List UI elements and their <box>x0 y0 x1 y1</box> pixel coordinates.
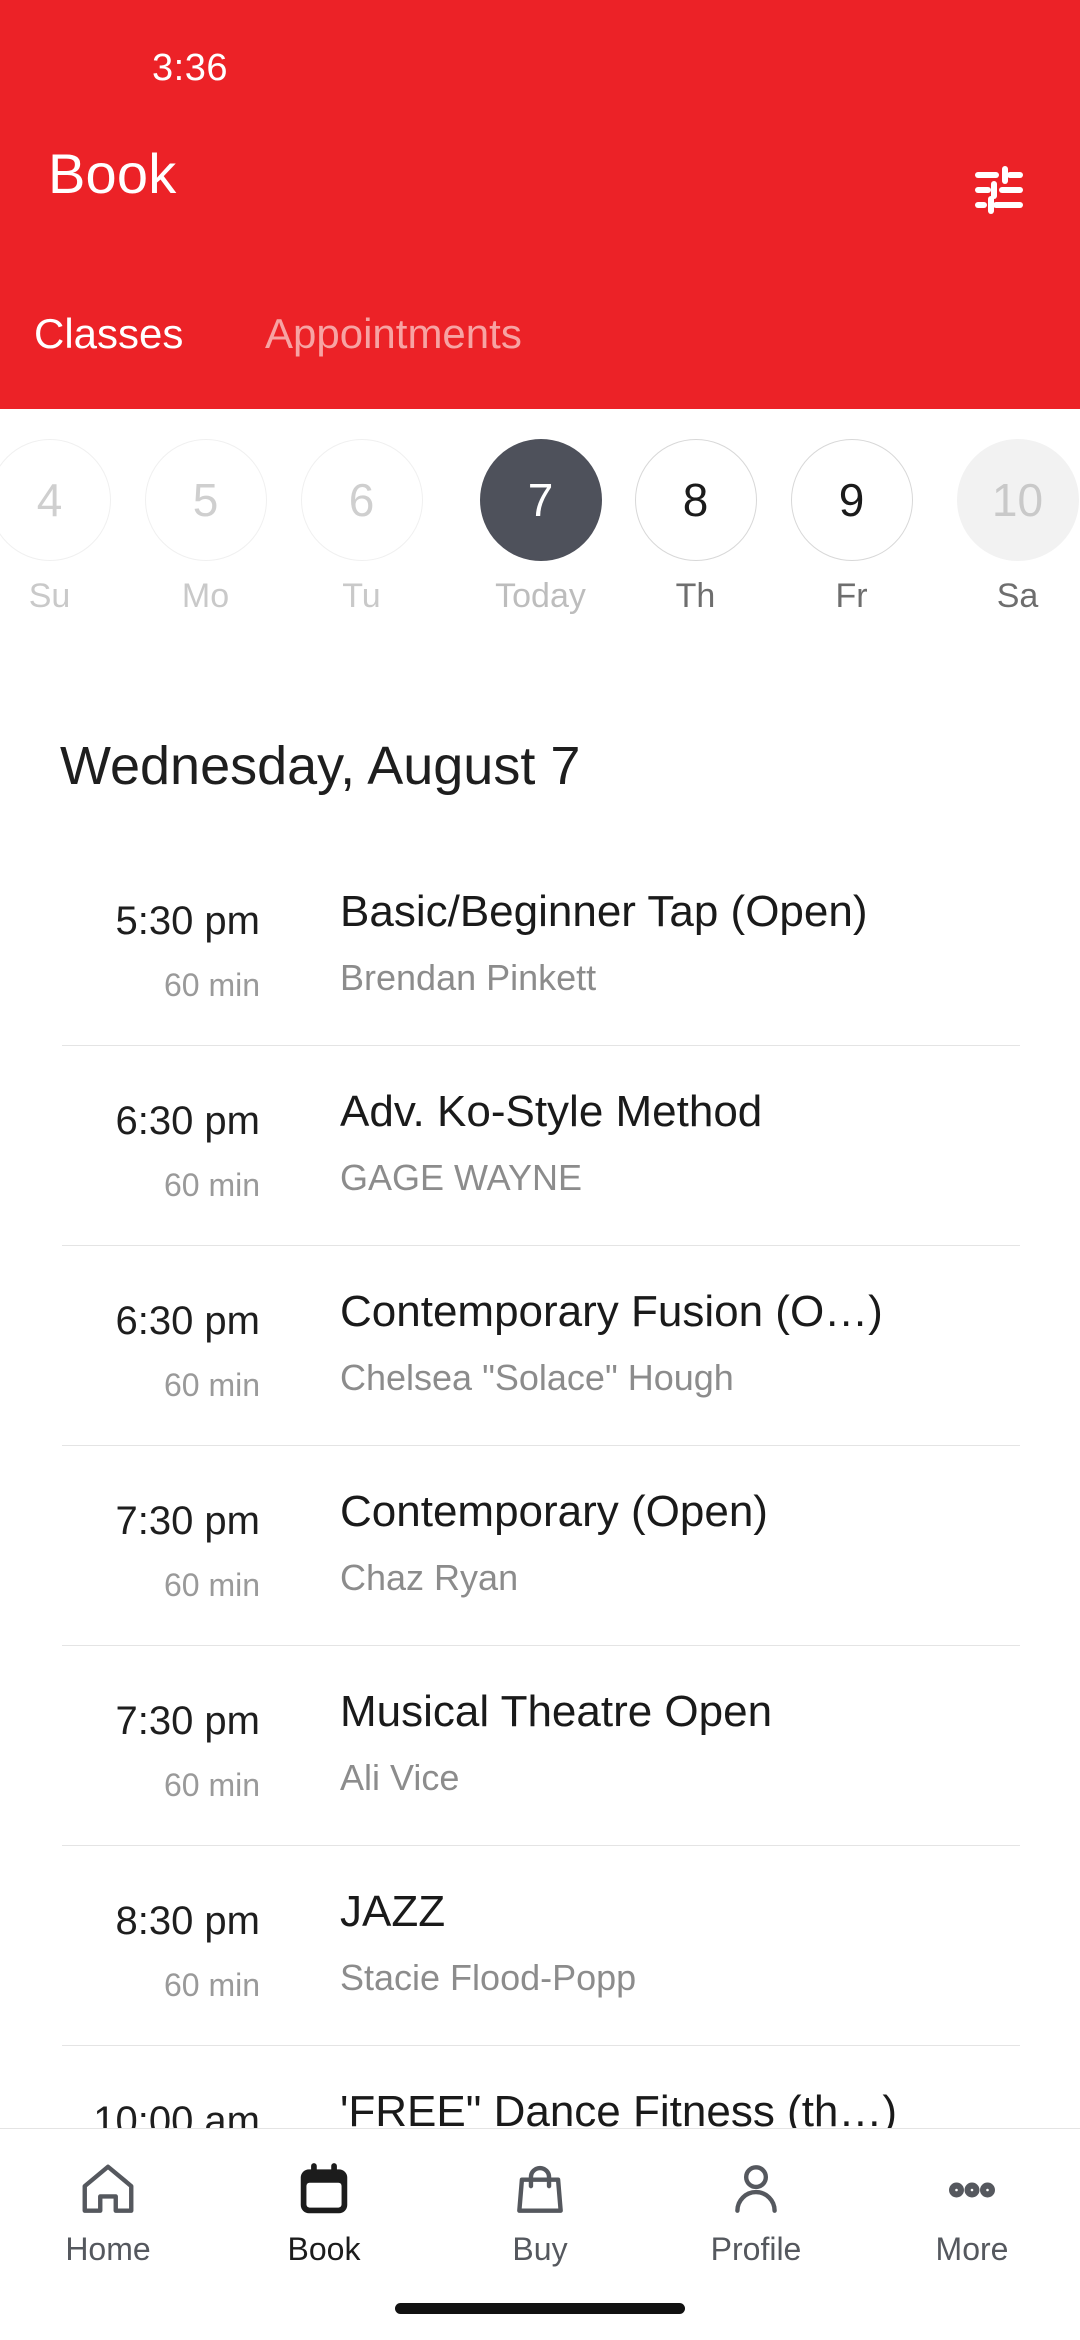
date-circle: 8 <box>634 439 757 561</box>
class-time: 6:30 pm <box>115 1099 260 1143</box>
date-cell-10[interactable]: 10 Sa <box>940 439 1080 616</box>
date-weekday: Mo <box>181 577 230 615</box>
class-duration: 60 min <box>163 1767 260 1803</box>
tab-appointments[interactable]: Appointments <box>265 310 522 358</box>
class-list-item[interactable]: 7:30 pm 60 min Contemporary (Open) Chaz … <box>0 1445 1080 1645</box>
nav-item-buy[interactable]: Buy <box>432 2155 648 2268</box>
date-cell-9[interactable]: 9 Fr <box>774 439 929 616</box>
row-divider <box>62 1645 1020 1646</box>
date-cell-today[interactable]: 7 Today <box>463 439 618 616</box>
class-staff: Chelsea "Solace" Hough <box>340 1357 734 1398</box>
dots-icon <box>864 2155 1080 2225</box>
class-list-item[interactable]: 5:30 pm 60 min Basic/Beginner Tap (Open)… <box>0 845 1080 1045</box>
date-weekday: Fr <box>835 577 868 615</box>
class-staff: Stacie Flood-Popp <box>340 1957 637 1998</box>
class-time: 7:30 pm <box>115 1699 260 1743</box>
app-screen: 3:36 Book Classes Appointments 4 Su 5 Mo… <box>0 0 1080 2340</box>
class-staff: Chaz Ryan <box>340 1557 519 1598</box>
app-header: 3:36 Book Classes Appointments <box>0 0 1080 409</box>
nav-item-book[interactable]: Book <box>216 2155 432 2268</box>
tune-sliders-icon <box>975 166 1023 214</box>
date-weekday: Tu <box>342 577 381 615</box>
status-bar: 3:36 <box>0 0 1080 118</box>
class-list-item[interactable]: 6:30 pm 60 min Contemporary Fusion (O…) … <box>0 1245 1080 1445</box>
class-title: Contemporary Fusion (O…) <box>340 1287 883 1336</box>
class-time: 5:30 pm <box>115 899 260 943</box>
class-title: Adv. Ko-Style Method <box>340 1087 763 1136</box>
nav-item-profile[interactable]: Profile <box>648 2155 864 2268</box>
nav-label: Buy <box>512 2231 568 2267</box>
row-divider <box>62 2045 1020 2046</box>
date-weekday: Th <box>675 577 716 615</box>
class-title: Musical Theatre Open <box>340 1687 773 1736</box>
nav-label: More <box>935 2231 1009 2267</box>
filter-button[interactable] <box>964 155 1034 225</box>
class-title: Contemporary (Open) <box>340 1487 768 1536</box>
nav-label: Book <box>287 2231 361 2267</box>
date-strip[interactable]: 4 Su 5 Mo 6 Tu 7 Today 8 Th 9 Fr 10 Sa <box>0 409 1080 659</box>
class-duration: 60 min <box>163 1967 260 2003</box>
home-icon <box>0 2155 216 2225</box>
nav-label: Home <box>65 2231 151 2267</box>
class-title: Basic/Beginner Tap (Open) <box>340 887 868 936</box>
class-time: 6:30 pm <box>115 1299 260 1343</box>
person-icon <box>648 2155 864 2225</box>
tab-classes[interactable]: Classes <box>34 310 183 358</box>
date-circle-selected: 7 <box>479 439 602 561</box>
class-duration: 60 min <box>163 1567 260 1603</box>
class-staff: Ali Vice <box>340 1757 460 1798</box>
selected-date-heading: Wednesday, August 7 <box>60 736 581 796</box>
class-duration: 60 min <box>163 1167 260 1203</box>
date-cell-4[interactable]: 4 Su <box>0 439 127 616</box>
row-divider <box>62 1045 1020 1046</box>
class-staff: Brendan Pinkett <box>340 957 597 998</box>
date-circle: 9 <box>790 439 913 561</box>
nav-item-more[interactable]: More <box>864 2155 1080 2268</box>
nav-label: Profile <box>710 2231 802 2267</box>
home-indicator <box>395 2303 685 2314</box>
class-staff: GAGE WAYNE <box>340 1157 583 1198</box>
class-list[interactable]: 5:30 pm 60 min Basic/Beginner Tap (Open)… <box>0 845 1080 2245</box>
class-list-item[interactable]: 8:30 pm 60 min JAZZ Stacie Flood-Popp <box>0 1845 1080 2045</box>
tab-bar: Classes Appointments <box>0 310 1080 408</box>
date-circle: 4 <box>0 439 111 561</box>
date-cell-6[interactable]: 6 Tu <box>284 439 439 616</box>
class-list-item[interactable]: 6:30 pm 60 min Adv. Ko-Style Method GAGE… <box>0 1045 1080 1245</box>
date-circle: 10 <box>956 439 1079 561</box>
row-divider <box>62 1845 1020 1846</box>
class-time: 8:30 pm <box>115 1899 260 1943</box>
class-duration: 60 min <box>163 967 260 1003</box>
class-duration: 60 min <box>163 1367 260 1403</box>
status-bar-time: 3:36 <box>152 47 228 89</box>
date-weekday: Today <box>495 577 586 615</box>
page-title: Book <box>48 142 177 205</box>
date-cell-5[interactable]: 5 Mo <box>128 439 283 616</box>
row-divider <box>62 1245 1020 1246</box>
class-time: 7:30 pm <box>115 1499 260 1543</box>
date-circle: 6 <box>300 439 423 561</box>
date-cell-8[interactable]: 8 Th <box>618 439 773 616</box>
date-circle: 5 <box>144 439 267 561</box>
date-weekday: Su <box>28 577 71 615</box>
app-bar: Book <box>0 142 1080 265</box>
class-list-item[interactable]: 7:30 pm 60 min Musical Theatre Open Ali … <box>0 1645 1080 1845</box>
date-weekday: Sa <box>996 577 1039 615</box>
row-divider <box>62 1445 1020 1446</box>
class-title: JAZZ <box>340 1887 446 1936</box>
calendar-icon <box>216 2155 432 2225</box>
bottom-navigation: Home Book Buy Profile More <box>0 2128 1080 2340</box>
bag-icon <box>432 2155 648 2225</box>
nav-item-home[interactable]: Home <box>0 2155 216 2268</box>
